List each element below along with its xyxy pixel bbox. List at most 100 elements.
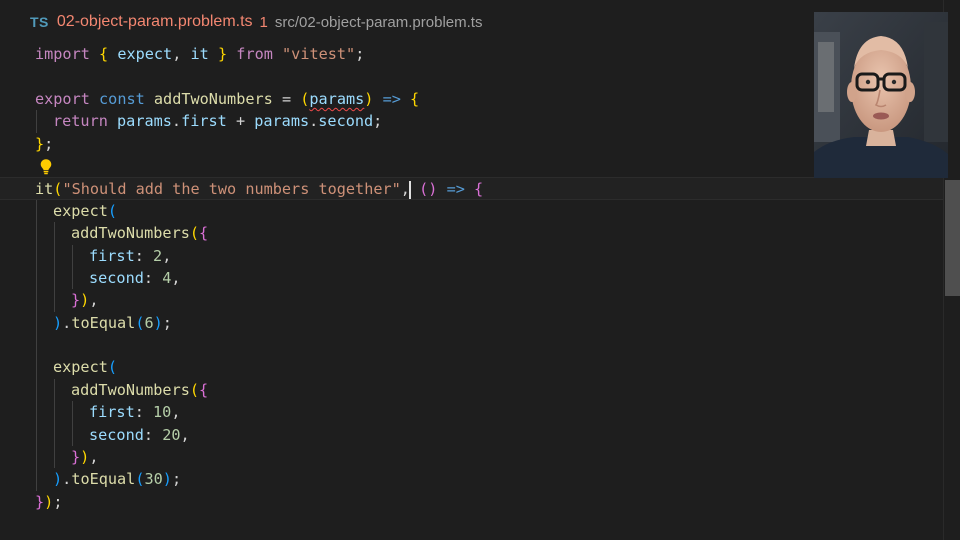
code-line[interactable]: return params.first + params.second; — [0, 110, 944, 133]
code-line-empty[interactable] — [0, 155, 944, 177]
code-line[interactable]: export const addTwoNumbers = (params) =>… — [0, 88, 944, 110]
indent-guide — [54, 423, 55, 447]
indent-guide — [36, 446, 37, 469]
keyword: from — [236, 45, 273, 63]
code-line-empty[interactable] — [0, 334, 944, 357]
code-line[interactable]: ).toEqual(30); — [0, 468, 944, 491]
property: first — [181, 112, 227, 131]
typescript-file-icon: TS — [30, 14, 49, 30]
indent-guide — [72, 244, 73, 267]
operator: + — [235, 112, 246, 131]
indent-guide — [72, 423, 73, 447]
code-line[interactable]: second: 20, — [0, 423, 944, 447]
code-editor[interactable]: TS 02-object-param.problem.ts 1 src/02-o… — [0, 0, 960, 540]
code-line[interactable]: addTwoNumbers({ — [0, 222, 944, 245]
problem-count-badge: 1 — [259, 13, 268, 31]
indent-guide — [36, 222, 37, 245]
indent-guide — [54, 244, 55, 267]
property-key: first — [89, 403, 135, 422]
lightbulb-icon[interactable] — [38, 158, 54, 175]
identifier: it — [190, 45, 209, 63]
punctuation: ; — [171, 470, 182, 489]
code-line[interactable]: first: 10, — [0, 401, 944, 424]
indent-guide — [54, 222, 55, 245]
identifier: params — [117, 112, 172, 131]
indent-guide — [54, 266, 55, 290]
punctuation: . — [62, 313, 72, 332]
indent-guide — [36, 244, 37, 267]
bracket: ) — [80, 448, 90, 467]
punctuation: , — [171, 268, 181, 287]
breadcrumb-file-path[interactable]: src/02-object-param.problem.ts — [275, 14, 483, 31]
tab-file-name[interactable]: 02-object-param.problem.ts — [57, 13, 253, 31]
function-call: addTwoNumbers — [71, 380, 190, 399]
property: second — [318, 112, 374, 131]
bracket: ) — [80, 291, 90, 310]
bracket: ) — [428, 180, 438, 199]
number-literal: 30 — [144, 470, 163, 489]
bracket: ) — [162, 470, 172, 489]
bracket: } — [35, 492, 45, 511]
string-literal: "vitest" — [282, 45, 356, 63]
code-line[interactable]: ).toEqual(6); — [0, 311, 944, 335]
punctuation: ; — [162, 313, 172, 332]
punctuation: , — [89, 448, 99, 467]
error-squiggle-param[interactable]: params — [309, 90, 364, 108]
bracket: ) — [53, 313, 63, 332]
punctuation: , — [162, 246, 172, 265]
keyword: const — [99, 89, 145, 108]
indent-guide — [36, 468, 37, 491]
punctuation: ; — [44, 134, 54, 153]
code-line[interactable]: }), — [0, 446, 944, 469]
bracket: ) — [53, 470, 63, 489]
code-line[interactable]: addTwoNumbers({ — [0, 378, 944, 402]
function-call: expect — [53, 358, 108, 377]
indent-guide — [36, 334, 37, 357]
indent-guide — [72, 266, 73, 290]
punctuation: . — [62, 470, 72, 489]
bracket: { — [99, 45, 109, 63]
function-call: toEqual — [71, 470, 136, 489]
bracket: ( — [107, 358, 118, 377]
number-literal: 20 — [162, 425, 181, 444]
indent-guide — [36, 401, 37, 424]
string-literal: "Should add the two numbers together" — [62, 180, 401, 199]
bracket: } — [35, 134, 45, 153]
code-line[interactable]: import { expect, it } from "vitest"; — [0, 43, 944, 65]
code-area[interactable]: import { expect, it } from "vitest"; exp… — [0, 43, 944, 513]
bracket: ) — [44, 492, 54, 511]
keyword: import — [35, 45, 90, 63]
punctuation: . — [309, 112, 319, 131]
punctuation: , — [180, 425, 190, 444]
code-line[interactable]: expect( — [0, 356, 944, 379]
punctuation: ; — [53, 492, 63, 511]
punctuation: ; — [355, 45, 365, 63]
code-line[interactable]: expect( — [0, 199, 944, 223]
identifier: params — [254, 112, 310, 131]
code-line-empty[interactable] — [0, 65, 944, 87]
punctuation: . — [171, 112, 182, 131]
code-line[interactable]: }), — [0, 289, 944, 312]
code-line[interactable]: }); — [0, 491, 944, 513]
punctuation: : — [143, 268, 154, 287]
indent-guide — [36, 199, 37, 223]
bracket: ( — [419, 180, 429, 199]
function-call: it — [35, 180, 54, 199]
code-line-current[interactable]: it ( "Should add the two numbers together"… — [0, 177, 944, 200]
number-literal: 10 — [153, 403, 172, 422]
text-cursor — [408, 180, 411, 199]
presenter-portrait — [814, 12, 948, 178]
bracket: ( — [189, 224, 200, 243]
code-line[interactable]: }; — [0, 133, 944, 155]
keyword: export — [35, 89, 90, 108]
function-call: addTwoNumbers — [71, 224, 190, 243]
code-line[interactable]: first: 2, — [0, 244, 944, 267]
property-key: second — [89, 268, 144, 287]
code-line[interactable]: second: 4, — [0, 266, 944, 290]
bracket: { — [410, 89, 420, 108]
punctuation: , — [89, 291, 99, 310]
property-key: first — [89, 246, 135, 265]
scrollbar-thumb[interactable] — [945, 180, 960, 296]
indent-guide — [54, 289, 55, 312]
bracket: { — [474, 180, 484, 199]
